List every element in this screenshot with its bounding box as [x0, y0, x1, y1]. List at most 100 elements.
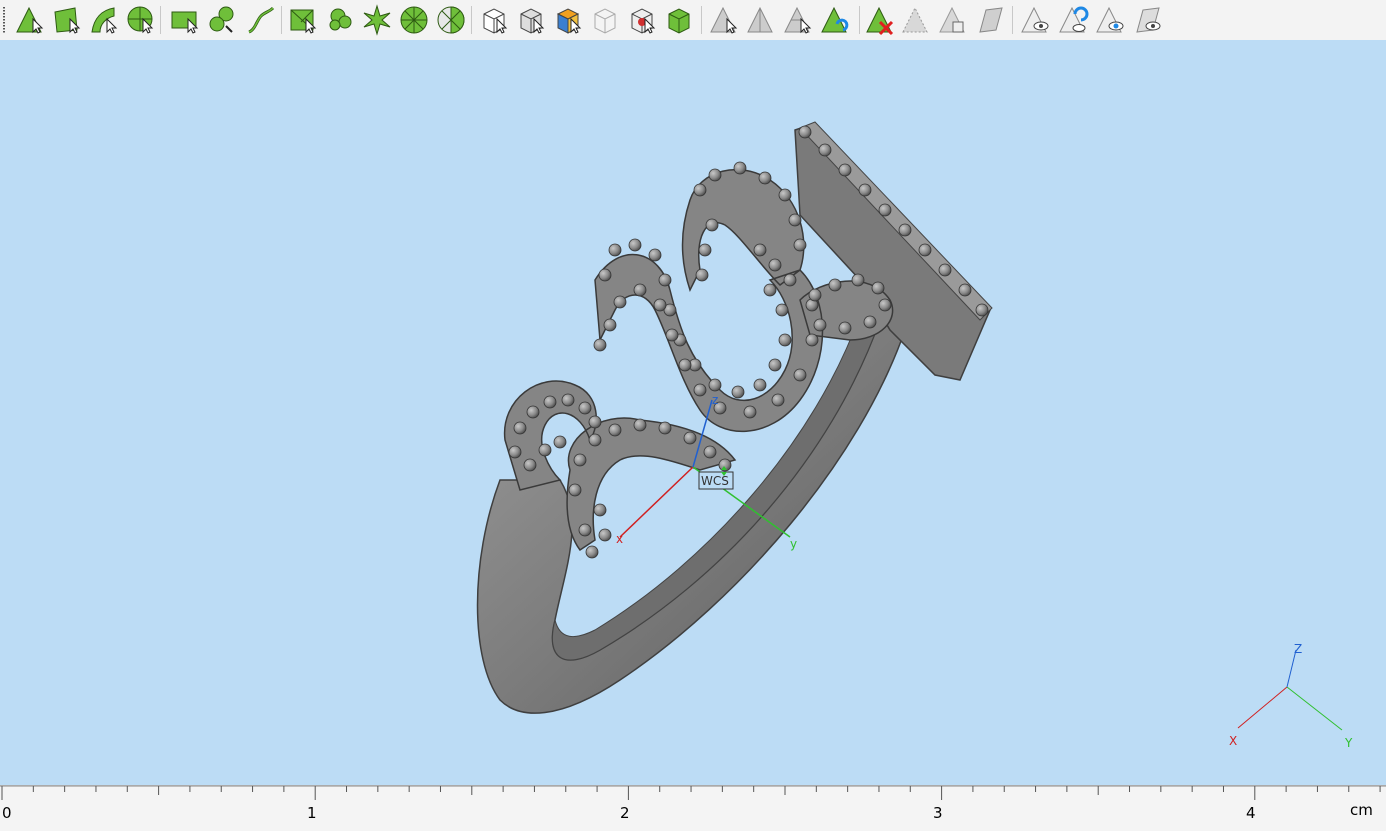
- extrude-triangle-button[interactable]: [745, 4, 777, 36]
- ruler-ticks: [1, 786, 1381, 800]
- gem-bead: [633, 283, 647, 297]
- ruler-label-2: 2: [620, 804, 630, 822]
- gem-bead: [753, 243, 767, 257]
- gem-bead: [863, 315, 877, 329]
- select-solid-button[interactable]: [515, 4, 547, 36]
- toggle-visibility-icon: [1059, 6, 1089, 33]
- show-all-icon: [1136, 7, 1161, 33]
- hide-triangle-button[interactable]: [900, 4, 932, 36]
- copy-triangle-button[interactable]: [937, 4, 969, 36]
- select-solid-icon: [520, 8, 545, 34]
- gem-bead: [743, 405, 757, 419]
- gem-bead: [763, 283, 777, 297]
- select-window-icon: [290, 9, 317, 34]
- gem-bead: [768, 358, 782, 372]
- gem-bead: [698, 243, 712, 257]
- ruler-bar: 0 1 2 3 4 cm: [0, 785, 1386, 831]
- gem-bead: [588, 433, 602, 447]
- gem-bead: [793, 238, 807, 252]
- gem-bead: [775, 303, 789, 317]
- gem-bead: [683, 431, 697, 445]
- select-body-face-icon: [556, 8, 582, 34]
- wcs-y-label: y: [790, 537, 797, 551]
- show-all-button[interactable]: [1131, 4, 1163, 36]
- gem-bead: [561, 393, 575, 407]
- gem-bead: [588, 415, 602, 429]
- triad-y-axis: [1286, 686, 1343, 731]
- viewport-canvas[interactable]: x y z WCS X Y Z: [0, 40, 1386, 785]
- wcs-label: WCS: [701, 474, 729, 488]
- split-triangle-button[interactable]: [782, 4, 814, 36]
- gem-bead: [538, 443, 552, 457]
- gem-bead: [603, 318, 617, 332]
- gem-bead: [768, 258, 782, 272]
- select-body-face-button[interactable]: [552, 4, 584, 36]
- select-vertex-icon: [16, 6, 44, 34]
- select-curve-button[interactable]: [88, 4, 120, 36]
- select-sphere-icon: [127, 6, 154, 34]
- select-circle-button[interactable]: [398, 4, 430, 36]
- gem-bead: [658, 273, 672, 287]
- show-selected-button[interactable]: [1094, 4, 1126, 36]
- gem-bead: [878, 298, 892, 312]
- select-lasso-button[interactable]: [206, 4, 238, 36]
- gem-bead: [808, 288, 822, 302]
- select-rectangle-button[interactable]: [169, 4, 201, 36]
- select-face-button[interactable]: [51, 4, 83, 36]
- select-sphere-button[interactable]: [124, 4, 156, 36]
- select-all-bodies-button[interactable]: [663, 4, 695, 36]
- select-window-button[interactable]: [287, 4, 319, 36]
- ruler-label-1: 1: [307, 804, 317, 822]
- hide-triangle-icon: [902, 6, 928, 33]
- select-connected-button[interactable]: [324, 4, 356, 36]
- gem-bead: [871, 281, 885, 295]
- ruler-canvas: 0 1 2 3 4 cm: [0, 786, 1386, 822]
- select-body-interior-icon: [631, 8, 656, 34]
- ruler-label-4: 4: [1246, 804, 1256, 822]
- view-orientation-triad: X Y Z: [1229, 642, 1353, 750]
- select-path-button[interactable]: [245, 4, 277, 36]
- toolbar-separator: [859, 6, 860, 34]
- gem-bead: [788, 213, 802, 227]
- select-body-interior-button[interactable]: [626, 4, 658, 36]
- select-radial-button[interactable]: [361, 4, 393, 36]
- select-radial-icon: [363, 4, 391, 36]
- triad-x-axis: [1237, 686, 1288, 729]
- select-vertex-button[interactable]: [14, 4, 46, 36]
- select-hidden-body-button[interactable]: [589, 4, 621, 36]
- gem-bead: [705, 218, 719, 232]
- toolbar-grip[interactable]: [3, 7, 5, 33]
- gem-bead: [813, 318, 827, 332]
- toolbar-separator: [471, 6, 472, 34]
- gem-bead: [771, 393, 785, 407]
- toolbar-separator: [281, 6, 282, 34]
- extrude-triangle-icon: [747, 6, 773, 33]
- ruler-label-3: 3: [933, 804, 943, 822]
- gem-bead: [708, 378, 722, 392]
- swap-triangle-button[interactable]: [819, 4, 851, 36]
- select-rectangle-icon: [171, 11, 199, 34]
- gem-bead: [805, 333, 819, 347]
- flip-triangle-button[interactable]: [974, 4, 1006, 36]
- main-toolbar: [0, 0, 1386, 41]
- wcs-x-axis: [619, 466, 694, 538]
- toolbar-separator: [1012, 6, 1013, 34]
- gem-bead: [523, 458, 537, 472]
- select-segment-button[interactable]: [435, 4, 467, 36]
- triad-y-label: Y: [1344, 736, 1353, 750]
- gem-bead: [585, 545, 599, 559]
- 3d-viewport[interactable]: x y z WCS X Y Z: [0, 40, 1386, 785]
- gem-bead: [573, 453, 587, 467]
- gem-bead: [731, 385, 745, 399]
- create-triangle-button[interactable]: [708, 4, 740, 36]
- ring-model[interactable]: [476, 121, 993, 714]
- gem-bead: [653, 298, 667, 312]
- gem-bead: [598, 268, 612, 282]
- delete-triangle-button[interactable]: [864, 4, 896, 36]
- show-triangle-button[interactable]: [1019, 4, 1051, 36]
- toggle-visibility-button[interactable]: [1057, 4, 1089, 36]
- gem-bead: [608, 243, 622, 257]
- select-body-button[interactable]: [478, 4, 510, 36]
- gem-bead: [918, 243, 932, 257]
- select-segment-icon: [437, 6, 465, 34]
